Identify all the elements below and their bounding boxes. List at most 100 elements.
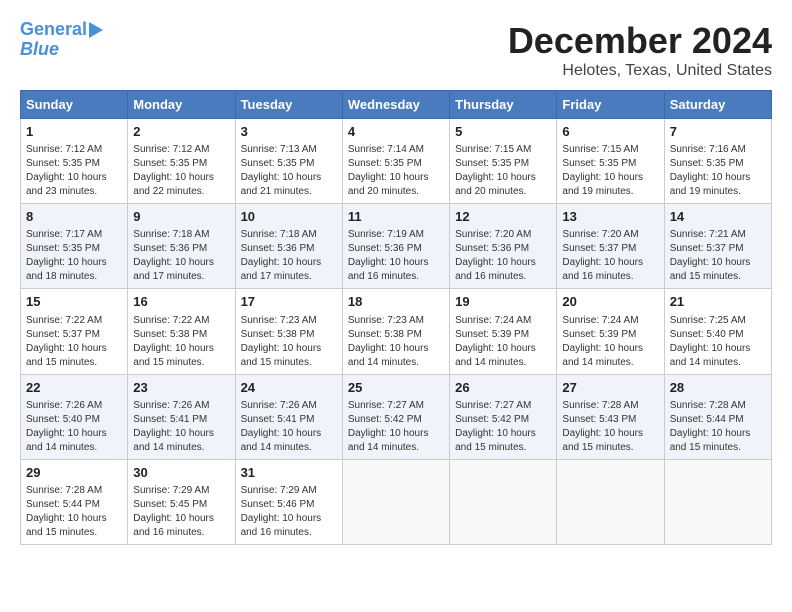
- day-info: Sunrise: 7:20 AMSunset: 5:36 PMDaylight:…: [455, 228, 551, 284]
- calendar-cell: 23 Sunrise: 7:26 AMSunset: 5:41 PMDayligh…: [128, 374, 235, 459]
- day-number: 20: [562, 293, 658, 311]
- day-info: Sunrise: 7:29 AMSunset: 5:45 PMDaylight:…: [133, 484, 229, 540]
- day-info: Sunrise: 7:26 AMSunset: 5:41 PMDaylight:…: [133, 399, 229, 455]
- day-number: 16: [133, 293, 229, 311]
- calendar-cell: 20 Sunrise: 7:24 AMSunset: 5:39 PMDayligh…: [557, 289, 664, 374]
- calendar-cell: 7 Sunrise: 7:16 AMSunset: 5:35 PMDaylight…: [664, 119, 771, 204]
- day-info: Sunrise: 7:26 AMSunset: 5:41 PMDaylight:…: [241, 399, 337, 455]
- day-number: 23: [133, 379, 229, 397]
- calendar-cell: 5 Sunrise: 7:15 AMSunset: 5:35 PMDaylight…: [450, 119, 557, 204]
- day-number: 17: [241, 293, 337, 311]
- calendar-cell: 10 Sunrise: 7:18 AMSunset: 5:36 PMDayligh…: [235, 204, 342, 289]
- day-info: Sunrise: 7:26 AMSunset: 5:40 PMDaylight:…: [26, 399, 122, 455]
- day-info: Sunrise: 7:29 AMSunset: 5:46 PMDaylight:…: [241, 484, 337, 540]
- day-info: Sunrise: 7:13 AMSunset: 5:35 PMDaylight:…: [241, 143, 337, 199]
- day-info: Sunrise: 7:24 AMSunset: 5:39 PMDaylight:…: [455, 314, 551, 370]
- day-info: Sunrise: 7:12 AMSunset: 5:35 PMDaylight:…: [133, 143, 229, 199]
- calendar-cell: 18 Sunrise: 7:23 AMSunset: 5:38 PMDayligh…: [342, 289, 449, 374]
- header-day-friday: Friday: [557, 91, 664, 119]
- calendar-cell: 16Sunrise: 7:22 AMSunset: 5:38 PMDayligh…: [128, 289, 235, 374]
- logo-blue: Blue: [20, 40, 59, 60]
- logo-arrow-icon: [89, 22, 103, 38]
- calendar-cell: 12 Sunrise: 7:20 AMSunset: 5:36 PMDayligh…: [450, 204, 557, 289]
- header-day-sunday: Sunday: [21, 91, 128, 119]
- calendar-cell: 4Sunrise: 7:14 AMSunset: 5:35 PMDaylight…: [342, 119, 449, 204]
- header-day-saturday: Saturday: [664, 91, 771, 119]
- day-number: 14: [670, 208, 766, 226]
- calendar-cell: 2 Sunrise: 7:12 AMSunset: 5:35 PMDaylight…: [128, 119, 235, 204]
- calendar-week-row: 1 Sunrise: 7:12 AMSunset: 5:35 PMDaylight…: [21, 119, 772, 204]
- day-info: Sunrise: 7:14 AMSunset: 5:35 PMDaylight:…: [348, 143, 444, 199]
- day-info: Sunrise: 7:21 AMSunset: 5:37 PMDaylight:…: [670, 228, 766, 284]
- day-info: Sunrise: 7:28 AMSunset: 5:43 PMDaylight:…: [562, 399, 658, 455]
- day-number: 13: [562, 208, 658, 226]
- calendar-week-row: 15 Sunrise: 7:22 AMSunset: 5:37 PMDayligh…: [21, 289, 772, 374]
- day-number: 7: [670, 123, 766, 141]
- calendar-cell: 25Sunrise: 7:27 AMSunset: 5:42 PMDayligh…: [342, 374, 449, 459]
- header-day-thursday: Thursday: [450, 91, 557, 119]
- calendar-cell: 30 Sunrise: 7:29 AMSunset: 5:45 PMDayligh…: [128, 459, 235, 544]
- day-info: Sunrise: 7:28 AMSunset: 5:44 PMDaylight:…: [670, 399, 766, 455]
- calendar-cell: [450, 459, 557, 544]
- day-info: Sunrise: 7:24 AMSunset: 5:39 PMDaylight:…: [562, 314, 658, 370]
- calendar-cell: 22 Sunrise: 7:26 AMSunset: 5:40 PMDayligh…: [21, 374, 128, 459]
- header-day-monday: Monday: [128, 91, 235, 119]
- logo-general: General: [20, 19, 87, 39]
- day-number: 15: [26, 293, 122, 311]
- calendar-cell: 19Sunrise: 7:24 AMSunset: 5:39 PMDayligh…: [450, 289, 557, 374]
- calendar-week-row: 8Sunrise: 7:17 AMSunset: 5:35 PMDaylight…: [21, 204, 772, 289]
- day-number: 10: [241, 208, 337, 226]
- day-info: Sunrise: 7:18 AMSunset: 5:36 PMDaylight:…: [241, 228, 337, 284]
- day-number: 5: [455, 123, 551, 141]
- calendar-cell: 3 Sunrise: 7:13 AMSunset: 5:35 PMDaylight…: [235, 119, 342, 204]
- calendar-cell: 21Sunrise: 7:25 AMSunset: 5:40 PMDayligh…: [664, 289, 771, 374]
- day-info: Sunrise: 7:25 AMSunset: 5:40 PMDaylight:…: [670, 314, 766, 370]
- header-day-tuesday: Tuesday: [235, 91, 342, 119]
- day-number: 29: [26, 464, 122, 482]
- day-number: 12: [455, 208, 551, 226]
- day-number: 11: [348, 208, 444, 226]
- calendar-cell: 24 Sunrise: 7:26 AMSunset: 5:41 PMDayligh…: [235, 374, 342, 459]
- calendar-cell: 9 Sunrise: 7:18 AMSunset: 5:36 PMDaylight…: [128, 204, 235, 289]
- day-number: 2: [133, 123, 229, 141]
- day-info: Sunrise: 7:18 AMSunset: 5:36 PMDaylight:…: [133, 228, 229, 284]
- calendar-cell: 17 Sunrise: 7:23 AMSunset: 5:38 PMDayligh…: [235, 289, 342, 374]
- calendar-cell: 26Sunrise: 7:27 AMSunset: 5:42 PMDayligh…: [450, 374, 557, 459]
- day-info: Sunrise: 7:23 AMSunset: 5:38 PMDaylight:…: [241, 314, 337, 370]
- day-info: Sunrise: 7:15 AMSunset: 5:35 PMDaylight:…: [455, 143, 551, 199]
- calendar-table: SundayMondayTuesdayWednesdayThursdayFrid…: [20, 90, 772, 545]
- day-number: 9: [133, 208, 229, 226]
- calendar-cell: 13Sunrise: 7:20 AMSunset: 5:37 PMDayligh…: [557, 204, 664, 289]
- header: General Blue December 2024 Helotes, Texa…: [20, 20, 772, 80]
- day-info: Sunrise: 7:27 AMSunset: 5:42 PMDaylight:…: [348, 399, 444, 455]
- header-day-wednesday: Wednesday: [342, 91, 449, 119]
- day-number: 22: [26, 379, 122, 397]
- calendar-header-row: SundayMondayTuesdayWednesdayThursdayFrid…: [21, 91, 772, 119]
- calendar-cell: [664, 459, 771, 544]
- calendar-week-row: 22 Sunrise: 7:26 AMSunset: 5:40 PMDayligh…: [21, 374, 772, 459]
- day-info: Sunrise: 7:16 AMSunset: 5:35 PMDaylight:…: [670, 143, 766, 199]
- day-number: 27: [562, 379, 658, 397]
- title-area: December 2024 Helotes, Texas, United Sta…: [508, 20, 772, 80]
- day-number: 3: [241, 123, 337, 141]
- location: Helotes, Texas, United States: [508, 62, 772, 80]
- calendar-cell: 31Sunrise: 7:29 AMSunset: 5:46 PMDayligh…: [235, 459, 342, 544]
- day-number: 1: [26, 123, 122, 141]
- month-title: December 2024: [508, 20, 772, 62]
- calendar-cell: [557, 459, 664, 544]
- calendar-cell: 14 Sunrise: 7:21 AMSunset: 5:37 PMDayligh…: [664, 204, 771, 289]
- day-info: Sunrise: 7:19 AMSunset: 5:36 PMDaylight:…: [348, 228, 444, 284]
- day-number: 30: [133, 464, 229, 482]
- day-info: Sunrise: 7:23 AMSunset: 5:38 PMDaylight:…: [348, 314, 444, 370]
- logo: General Blue: [20, 20, 103, 60]
- day-info: Sunrise: 7:22 AMSunset: 5:37 PMDaylight:…: [26, 314, 122, 370]
- day-number: 24: [241, 379, 337, 397]
- day-number: 18: [348, 293, 444, 311]
- day-info: Sunrise: 7:27 AMSunset: 5:42 PMDaylight:…: [455, 399, 551, 455]
- calendar-cell: 28Sunrise: 7:28 AMSunset: 5:44 PMDayligh…: [664, 374, 771, 459]
- calendar-week-row: 29Sunrise: 7:28 AMSunset: 5:44 PMDayligh…: [21, 459, 772, 544]
- calendar-cell: [342, 459, 449, 544]
- calendar-cell: 11 Sunrise: 7:19 AMSunset: 5:36 PMDayligh…: [342, 204, 449, 289]
- calendar-cell: 8Sunrise: 7:17 AMSunset: 5:35 PMDaylight…: [21, 204, 128, 289]
- calendar-cell: 1Sunrise: 7:12 AMSunset: 5:35 PMDaylight…: [21, 119, 128, 204]
